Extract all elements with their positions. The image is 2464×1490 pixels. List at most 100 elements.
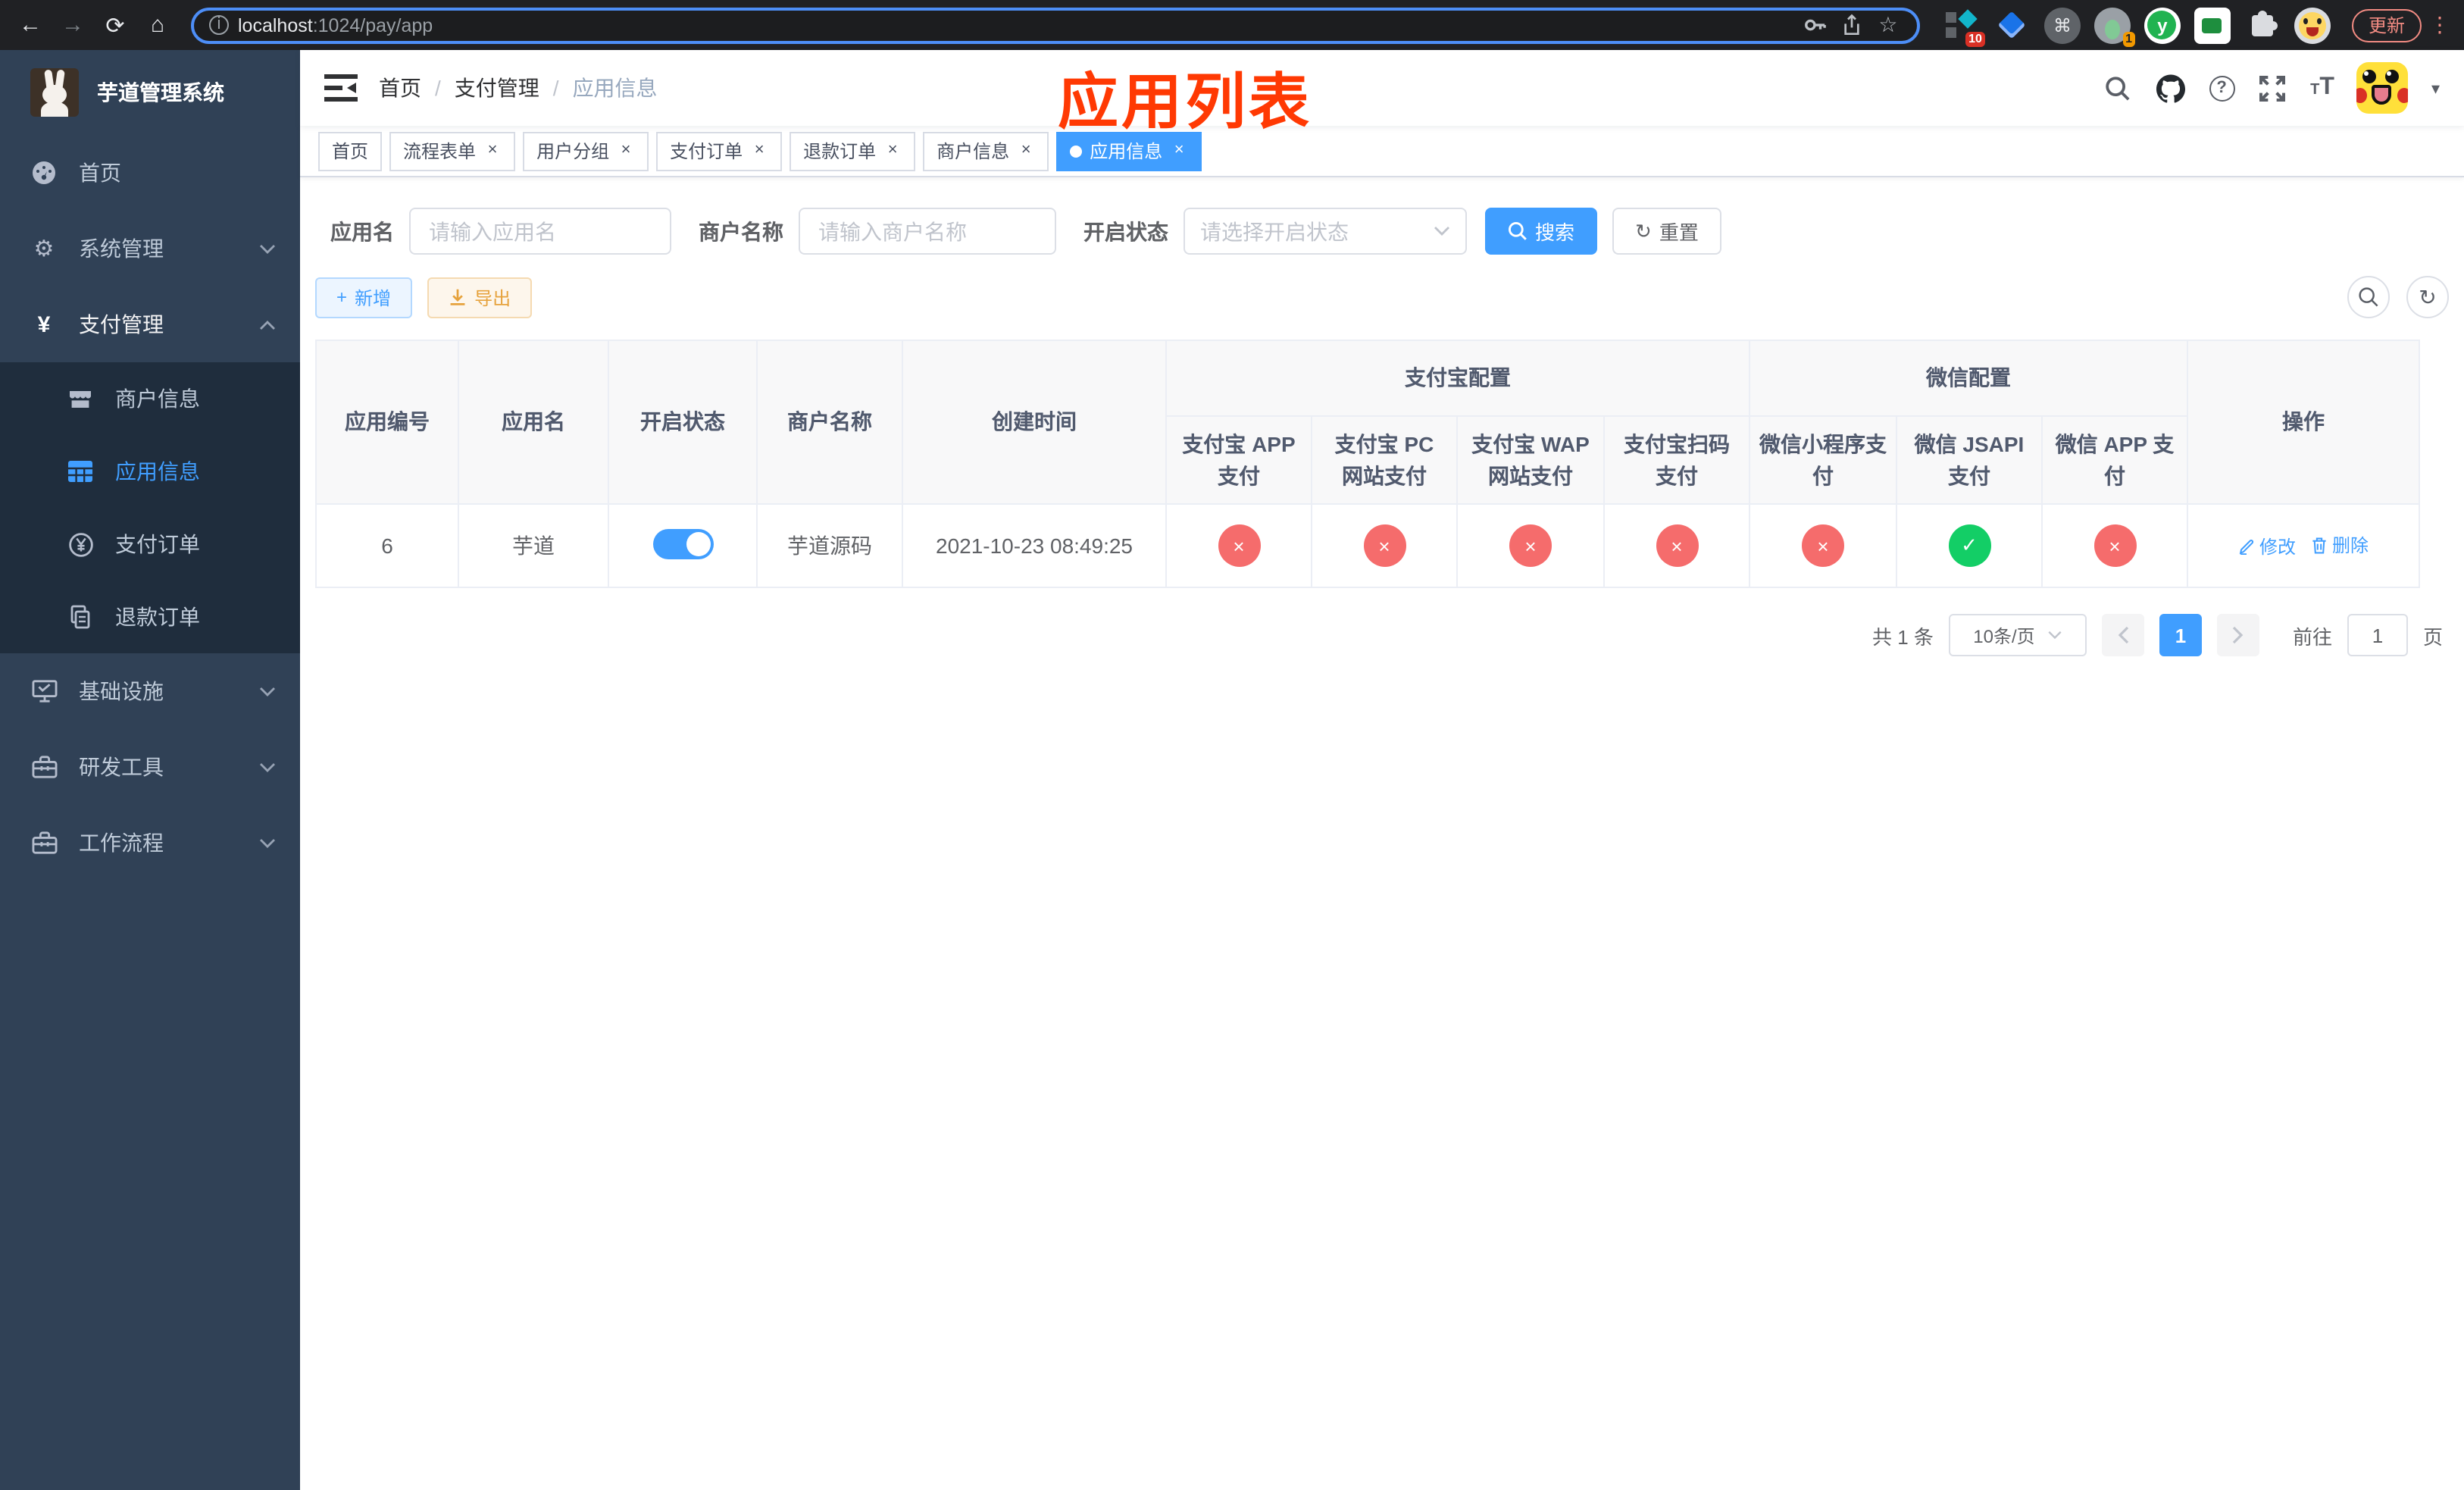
sidebar-toggle-icon[interactable] <box>324 74 358 102</box>
sidebar-item-label: 支付订单 <box>115 532 200 556</box>
col-header-app-name: 应用名 <box>458 340 609 505</box>
browser-menu-icon[interactable]: ⋮ <box>2428 12 2452 38</box>
col-header-alipay-pc: 支付宝 PC 网站支付 <box>1311 415 1458 505</box>
github-icon[interactable] <box>2156 73 2186 103</box>
avatar[interactable] <box>2356 62 2409 114</box>
cell-app-id: 6 <box>315 503 459 588</box>
address-bar[interactable]: i localhost:1024/pay/app ☆ <box>191 7 1920 43</box>
table-row: 6 芋道 芋道源码 2021-10-23 08:49:25 × × × × × … <box>315 503 2420 588</box>
browser-home-icon[interactable]: ⌂ <box>139 7 176 43</box>
sidebar-item-dev-tools[interactable]: 研发工具 <box>0 729 300 805</box>
merchant-name-input[interactable] <box>799 208 1056 255</box>
browser-forward-icon[interactable]: → <box>55 7 91 43</box>
prev-page-button[interactable] <box>2101 614 2144 656</box>
shop-icon <box>67 387 94 411</box>
y-extension-icon[interactable]: y <box>2143 7 2181 43</box>
next-page-button[interactable] <box>2216 614 2259 656</box>
sidebar-item-infra[interactable]: 基础设施 <box>0 653 300 729</box>
close-icon[interactable]: × <box>617 141 635 160</box>
password-key-icon[interactable] <box>1802 11 1829 39</box>
breadcrumb-pay[interactable]: 支付管理 <box>455 73 539 103</box>
status-select[interactable]: 请选择开启状态 <box>1184 208 1467 255</box>
tab-pay-orders[interactable]: 支付订单 × <box>656 131 783 171</box>
sidebar-item-label: 系统管理 <box>79 236 164 261</box>
sidebar-item-label: 退款订单 <box>115 605 200 629</box>
profile-extension-icon[interactable]: 1 <box>2093 7 2135 46</box>
table-toolbar: + 新增 导出 ↻ <box>315 276 2449 318</box>
fullscreen-icon[interactable] <box>2257 73 2287 103</box>
goto-page-input[interactable] <box>2347 614 2408 656</box>
site-info-icon[interactable]: i <box>209 15 229 35</box>
puzzle-extensions-icon[interactable] <box>2244 7 2281 43</box>
col-header-status: 开启状态 <box>608 340 758 505</box>
status-label: 开启状态 <box>1083 219 1168 243</box>
close-icon[interactable]: × <box>1017 141 1035 160</box>
sidebar-item-system[interactable]: ⚙ 系统管理 <box>0 211 300 286</box>
sidebar-item-home[interactable]: 首页 <box>0 135 300 211</box>
sidebar-item-merchant-info[interactable]: 商户信息 <box>0 362 300 435</box>
channel-status: × <box>2093 524 2136 567</box>
close-icon[interactable]: × <box>883 141 902 160</box>
sidebar-item-label: 首页 <box>79 161 121 185</box>
tab-user-group[interactable]: 用户分组 × <box>523 131 649 171</box>
export-button[interactable]: 导出 <box>427 277 533 318</box>
blocks-extension-icon[interactable]: 10 <box>1944 7 1985 46</box>
enabled-switch[interactable] <box>652 528 713 559</box>
app-logo <box>30 68 79 117</box>
tab-merchant-info[interactable]: 商户信息 × <box>923 131 1049 171</box>
page-suffix-label: 页 <box>2422 625 2443 648</box>
cell-app-name: 芋道 <box>458 503 609 588</box>
delete-link[interactable]: 删除 <box>2311 533 2369 559</box>
page-content: 应用名 商户名称 开启状态 请选择开启状态 搜索 ↻ 重置 <box>300 177 2464 656</box>
col-header-merchant: 商户名称 <box>756 340 903 505</box>
edit-link[interactable]: 修改 <box>2238 534 2296 559</box>
bookmark-star-icon[interactable]: ☆ <box>1875 11 1902 39</box>
chrome-update-button[interactable]: 更新 <box>2351 8 2422 42</box>
breadcrumb-home[interactable]: 首页 <box>379 73 421 103</box>
sidebar-item-refund-orders[interactable]: 退款订单 <box>0 581 300 653</box>
close-icon[interactable]: × <box>750 141 768 160</box>
browser-reload-icon[interactable]: ⟳ <box>97 7 133 43</box>
page-size-select[interactable]: 10条/页 <box>1948 614 2087 656</box>
tab-process-form[interactable]: 流程表单 × <box>389 131 516 171</box>
app-logo-row[interactable]: 芋道管理系统 <box>0 50 300 135</box>
sidebar-item-pay-orders[interactable]: 支付订单 <box>0 508 300 581</box>
delete-label: 删除 <box>2332 535 2369 557</box>
caret-down-icon[interactable]: ▾ <box>2431 78 2440 98</box>
sidebar-item-workflow[interactable]: 工作流程 <box>0 805 300 881</box>
tab-label: 首页 <box>332 141 369 162</box>
sidebar: 芋道管理系统 首页 ⚙ 系统管理 ¥ 支付管理 商户信息 应用信息 支付订单 退… <box>0 50 300 1490</box>
font-size-icon[interactable]: TT <box>2310 74 2334 102</box>
add-button-label: 新增 <box>355 287 392 308</box>
sidebar-item-app-info[interactable]: 应用信息 <box>0 435 300 508</box>
page-number-button[interactable]: 1 <box>2159 614 2202 656</box>
close-icon[interactable]: × <box>483 141 502 160</box>
pagination: 共 1 条 10条/页 1 前往 页 <box>315 614 2449 656</box>
chat-extension-icon[interactable] <box>2194 7 2231 43</box>
monitor-icon <box>30 679 58 703</box>
add-button[interactable]: + 新增 <box>315 277 413 318</box>
channel-status: ✓ <box>1948 524 1990 567</box>
gem-extension-icon[interactable] <box>1994 7 2031 43</box>
app-name-input[interactable] <box>409 208 671 255</box>
chevron-down-icon <box>259 243 276 254</box>
sidebar-item-pay[interactable]: ¥ 支付管理 <box>0 286 300 362</box>
url-text[interactable]: localhost:1024/pay/app <box>238 14 1793 36</box>
tab-label: 应用信息 <box>1090 141 1163 162</box>
col-header-alipay-app: 支付宝 APP 支付 <box>1165 415 1312 505</box>
close-icon[interactable]: × <box>1170 141 1188 160</box>
share-icon[interactable] <box>1838 11 1865 39</box>
tab-label: 支付订单 <box>670 141 743 162</box>
toggle-search-button[interactable] <box>2347 276 2390 318</box>
browser-back-icon[interactable]: ← <box>12 7 48 43</box>
tab-refund-orders[interactable]: 退款订单 × <box>790 131 916 171</box>
command-extension-icon[interactable]: ⌘ <box>2043 7 2081 43</box>
emoji-extension-icon[interactable] <box>2294 7 2331 43</box>
search-icon[interactable] <box>2103 73 2133 103</box>
reset-button[interactable]: ↻ 重置 <box>1612 208 1721 255</box>
help-icon[interactable]: ? <box>2209 75 2235 101</box>
refresh-table-button[interactable]: ↻ <box>2406 276 2449 318</box>
group-header-wechat: 微信配置 <box>1749 340 2188 417</box>
tab-home[interactable]: 首页 <box>318 131 383 171</box>
search-button[interactable]: 搜索 <box>1485 208 1598 255</box>
